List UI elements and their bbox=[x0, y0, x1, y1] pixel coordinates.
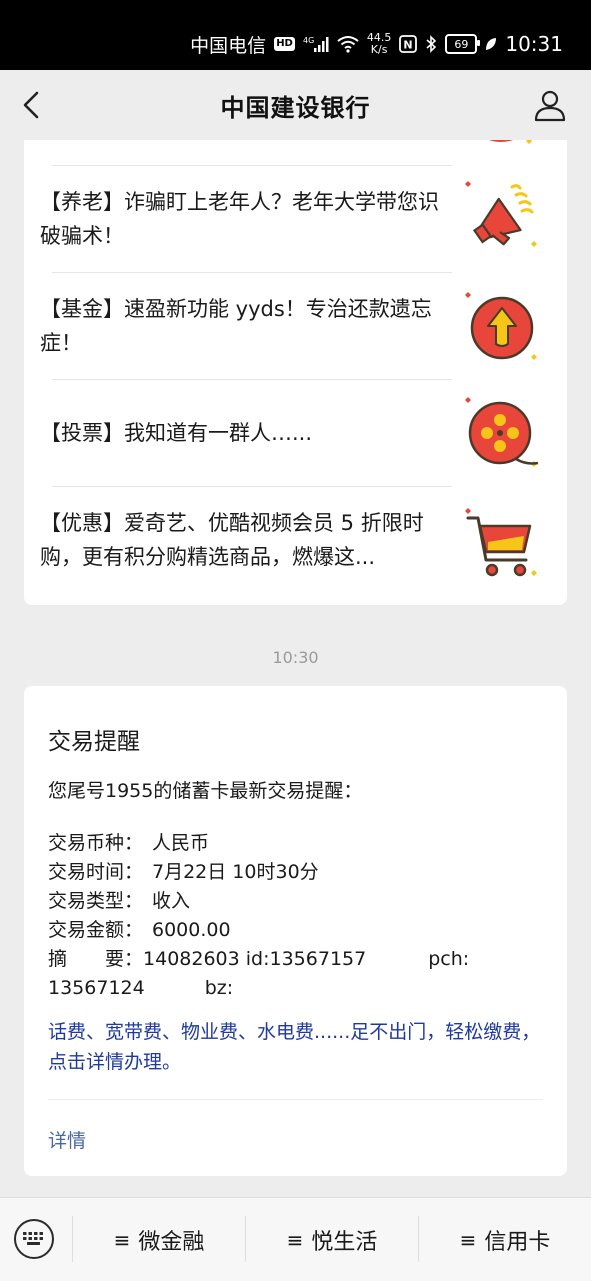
carrier-name: 中国电信 bbox=[190, 34, 267, 57]
bottom-menu-bar: ≡ 微金融 ≡ 悦生活 ≡ 信用卡 bbox=[0, 1197, 591, 1281]
news-title: 【基金】速盈新功能 yyds！专治还款遗忘症！ bbox=[40, 296, 432, 355]
menu-label: 微金融 bbox=[138, 1229, 205, 1255]
svg-text:N: N bbox=[404, 39, 413, 52]
news-title: 【养老】诈骗盯上老年人？老年大学带您识破骗术！ bbox=[40, 189, 439, 248]
detail-row-amount: 交易金额： 6000.00 bbox=[48, 916, 548, 945]
network-speed: 44.5 K/s bbox=[367, 32, 392, 56]
news-card: 【养老】诈骗盯上老年人？老年大学带您识破骗术！ 【基金】速盈新功能 yyds！专… bbox=[24, 140, 567, 605]
detail-label: 交易类型： bbox=[48, 890, 144, 912]
detail-link[interactable]: 详情 bbox=[48, 1126, 86, 1153]
keyboard-toggle-button[interactable] bbox=[14, 1219, 54, 1259]
summary-bz: bz: bbox=[204, 977, 234, 999]
detail-value: 6000.00 bbox=[152, 919, 231, 941]
nfc-icon: N bbox=[399, 35, 418, 53]
megaphone-icon bbox=[464, 177, 540, 261]
menu-label: 悦生活 bbox=[311, 1229, 378, 1255]
wifi-icon bbox=[337, 35, 359, 53]
menu-icon: ≡ bbox=[113, 1227, 131, 1252]
detail-row-currency: 交易币种： 人民币 bbox=[48, 829, 548, 858]
clock: 10:31 bbox=[505, 32, 563, 56]
menu-item-credit-card[interactable]: ≡ 信用卡 bbox=[419, 1198, 591, 1281]
card-intro: 您尾号1955的储蓄卡最新交易提醒： bbox=[48, 780, 363, 802]
profile-button[interactable] bbox=[533, 88, 567, 122]
news-title: 【优惠】爱奇艺、优酷视频会员 5 折限时购，更有积分购精选商品，燃爆这... bbox=[40, 510, 424, 569]
chevron-left-icon bbox=[23, 91, 39, 119]
film-reel-icon bbox=[464, 391, 540, 475]
transaction-details: 交易币种： 人民币 交易时间： 7月22日 10时30分 交易类型： 收入 交易… bbox=[48, 829, 548, 1003]
detail-label: 交易币种： bbox=[48, 832, 144, 854]
news-item[interactable]: 【基金】速盈新功能 yyds！专治还款遗忘症！ bbox=[40, 272, 540, 379]
nav-bar: 中国建设银行 bbox=[0, 70, 591, 140]
detail-row-time: 交易时间： 7月22日 10时30分 bbox=[48, 858, 548, 887]
news-item[interactable]: 【养老】诈骗盯上老年人？老年大学带您识破骗术！ bbox=[40, 165, 540, 272]
back-button[interactable] bbox=[16, 88, 46, 122]
network-type: 4G bbox=[303, 36, 314, 45]
summary-label: 摘 要： bbox=[48, 948, 144, 970]
status-bar: 中国电信 HD 4G 44.5 K/s N 69 10:31 bbox=[0, 0, 591, 70]
summary-value: 14082603 id:13567157 bbox=[143, 948, 367, 970]
detail-value: 收入 bbox=[152, 890, 191, 912]
transaction-card[interactable]: 交易提醒 您尾号1955的储蓄卡最新交易提醒： 交易币种： 人民币 交易时间： … bbox=[24, 686, 567, 1176]
partial-news-icon bbox=[463, 140, 539, 154]
leaf-icon bbox=[485, 37, 497, 51]
page-title: 中国建设银行 bbox=[220, 93, 371, 122]
detail-label: 交易时间： bbox=[48, 861, 144, 883]
menu-item-wealth[interactable]: ≡ 微金融 bbox=[73, 1198, 245, 1281]
detail-row-type: 交易类型： 收入 bbox=[48, 887, 548, 916]
shopping-cart-icon bbox=[464, 498, 540, 582]
message-timestamp: 10:30 bbox=[272, 648, 319, 667]
news-item[interactable]: 【投票】我知道有一群人…... bbox=[40, 379, 540, 486]
signal-icon: 4G bbox=[303, 35, 329, 53]
menu-icon: ≡ bbox=[459, 1227, 477, 1252]
summary-pch: pch: bbox=[428, 948, 470, 970]
battery-level: 69 bbox=[454, 37, 469, 51]
menu-item-life[interactable]: ≡ 悦生活 bbox=[246, 1198, 418, 1281]
detail-value: 人民币 bbox=[152, 832, 210, 854]
hd-badge: HD bbox=[274, 37, 295, 51]
menu-label: 信用卡 bbox=[484, 1229, 551, 1255]
detail-value: 7月22日 10时30分 bbox=[152, 861, 319, 883]
promo-link[interactable]: 话费、宽带费、物业费、水电费......足不出门，轻松缴费，点击详情办理。 bbox=[48, 1017, 543, 1077]
menu-icon: ≡ bbox=[286, 1227, 304, 1252]
bluetooth-icon bbox=[425, 35, 437, 53]
divider bbox=[48, 1099, 543, 1100]
news-item[interactable]: 【优惠】爱奇艺、优酷视频会员 5 折限时购，更有积分购精选商品，燃爆这... bbox=[40, 486, 540, 593]
speed-unit: K/s bbox=[370, 43, 388, 56]
detail-row-summary: 摘 要：14082603 id:13567157 pch: 13567124 bz: bbox=[48, 945, 488, 1003]
arrow-up-coin-icon bbox=[464, 284, 540, 368]
summary-pch-value: 13567124 bbox=[48, 977, 145, 999]
news-title: 【投票】我知道有一群人…... bbox=[40, 420, 313, 445]
card-title: 交易提醒 bbox=[48, 729, 140, 755]
user-icon bbox=[534, 90, 566, 122]
keyboard-icon bbox=[23, 1232, 43, 1245]
battery-icon: 69 bbox=[445, 34, 481, 54]
detail-label: 交易金额： bbox=[48, 919, 144, 941]
